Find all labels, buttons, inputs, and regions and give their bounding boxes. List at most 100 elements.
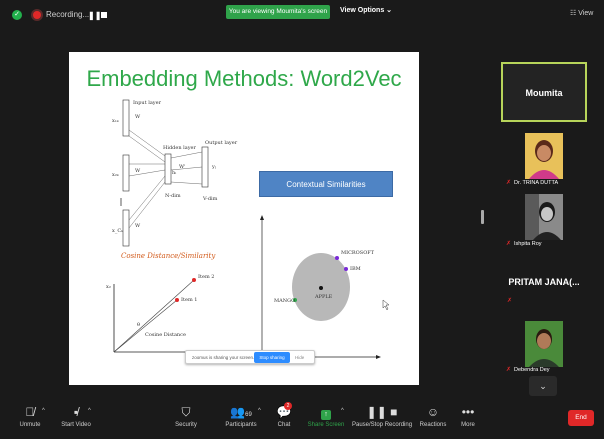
chat-button[interactable]: 💬 2 Chat [270,400,298,439]
video-options-caret[interactable]: ^ [88,408,91,414]
active-speaker-tile[interactable]: Moumita [501,62,587,122]
output-layer-label: Output layer [205,140,238,146]
more-button[interactable]: ••• More [456,400,480,439]
share-options-caret[interactable]: ^ [341,408,344,414]
w-label-2: W [135,168,141,174]
person-avatar [525,321,563,367]
x1-label: x₁ₖ [112,118,119,124]
input-vector-2 [122,154,130,192]
input-layer-label: Input layer [133,100,162,106]
end-button[interactable]: End [568,410,594,426]
w-prime-label: W' [179,164,186,170]
participant-name: Debendra Dey [514,367,550,373]
grid-icon: ☷ [570,10,579,17]
viewing-banner: You are viewing Moumita's screen [226,5,330,19]
microsoft-label: MICROSOFT [341,250,375,256]
scroll-down-button[interactable]: ⌄ [529,376,557,396]
reactions-label: Reactions [419,422,447,428]
participant-video-debendra[interactable] [525,321,563,367]
participant-label-ishpita: ✗ Ishpita Roy [506,240,542,247]
panel-resize-handle[interactable] [481,210,484,224]
stop-sharing-button[interactable]: Stop sharing [254,352,290,363]
participants-options-caret[interactable]: ^ [258,408,261,414]
pause-stop-recording-button[interactable]: ❚❚ ■ Pause/Stop Recording [352,400,412,439]
participant-label-trina: ✗ Dr. TRINA DUTTA [506,179,558,186]
view-label: View [578,10,594,17]
ibm-label: IBM [350,266,361,272]
sharing-text: zoomus is sharing your screen. [192,355,255,360]
pause-icon[interactable]: ❚❚ [88,11,101,20]
unmute-button[interactable]: 🎙̸ Unmute [12,400,48,439]
item2-label: Item 2 [198,274,214,280]
record-label: Pause/Stop Recording [352,422,413,428]
reactions-button[interactable]: ☺ Reactions [418,400,448,439]
view-button[interactable]: ☷ View [570,9,593,17]
more-label: More [461,422,475,428]
context-chart: MICROSOFT IBM APPLE MANGO [260,215,390,359]
person-avatar [525,194,563,240]
apple-point [319,286,323,290]
w-label-3: W [135,223,141,229]
security-button[interactable]: ⛉ Security [170,400,202,439]
participant-name: Dr. TRINA DUTTA [514,180,559,186]
stop-icon[interactable] [101,12,107,18]
top-bar: ✓ Recording... ❚❚ You are viewing Moumit… [0,0,604,28]
shield-icon[interactable]: ✓ [12,10,22,20]
mic-muted-icon: ✗ [506,367,512,373]
slide-diagram: Input layer Hidden layer Output layer W … [106,99,390,359]
participants-count: 69 [245,412,252,418]
participant-name: Ishpita Roy [514,241,542,247]
participant-video-ishpita[interactable] [525,194,563,240]
theta-label: θ [137,322,140,328]
item1-point [175,298,179,302]
start-video-button[interactable]: ▪̸ Start Video [56,400,96,439]
shield-icon: ⛉ [181,405,191,419]
audio-options-caret[interactable]: ^ [42,408,45,414]
cosine-chart: x₂ Item 2 Item 1 θ Cosine Distance [106,274,227,353]
cos-axis-y: x₂ [106,284,111,290]
participant-name-pritam: PRITAM JANA(... [508,277,580,287]
share-screen-label: Share Screen [307,422,345,428]
shared-screen: Embedding Methods: Word2Vec Input layer … [69,52,419,385]
share-screen-icon: ↑ [321,410,331,420]
participant-tile-pritam[interactable]: PRITAM JANA(... ✗ [501,273,587,309]
v-dim-label: V-dim [202,196,218,202]
contextual-similarities-box: Contextual Similarities [259,171,393,197]
item2-point [192,278,196,282]
active-speaker-name: Moumita [525,88,563,98]
mic-muted-icon: ✗ [507,298,513,304]
zoom-window: ✓ Recording... ❚❚ You are viewing Moumit… [0,0,604,439]
participant-video-trina[interactable] [525,133,563,179]
mango-label: MANGO [274,298,295,304]
chat-badge: 2 [284,402,292,410]
cursor-icon [382,299,390,311]
yj-label: yⱼ [211,164,217,170]
hidden-vector [164,153,172,185]
apple-label: APPLE [314,294,333,300]
person-avatar [525,133,563,179]
more-icon: ••• [461,405,475,419]
view-options-button[interactable]: View Options ⌄ [340,6,392,14]
hi-label: hᵢ [172,170,176,176]
mic-muted-icon: ✗ [506,180,512,186]
ibm-point [344,267,348,271]
unmute-label: Unmute [19,422,41,428]
hidden-layer-label: Hidden layer [163,145,196,151]
input-vector-1 [122,99,130,137]
cosine-title: Cosine Distance/Similarity [121,252,216,260]
hide-button[interactable]: Hide [295,355,304,360]
item1-label: Item 1 [181,297,197,303]
pause-stop-icon: ❚❚ ■ [366,405,398,419]
participants-button[interactable]: 👥69 Participants [218,400,264,439]
share-screen-button[interactable]: ↑ Share Screen [306,400,346,439]
w-label-1: W [135,114,141,120]
x2-label: x₂ₖ [112,172,119,178]
mic-muted-icon: ✗ [506,241,512,247]
reactions-icon: ☺ [426,405,440,419]
microsoft-point [335,256,339,260]
meeting-toolbar: 🎙̸ Unmute ^ ▪̸ Start Video ^ ⛉ Security … [0,400,604,439]
input-vector-3 [122,209,130,247]
security-label: Security [175,422,197,428]
chat-label: Chat [277,422,291,428]
recording-label: Recording... [46,10,90,19]
